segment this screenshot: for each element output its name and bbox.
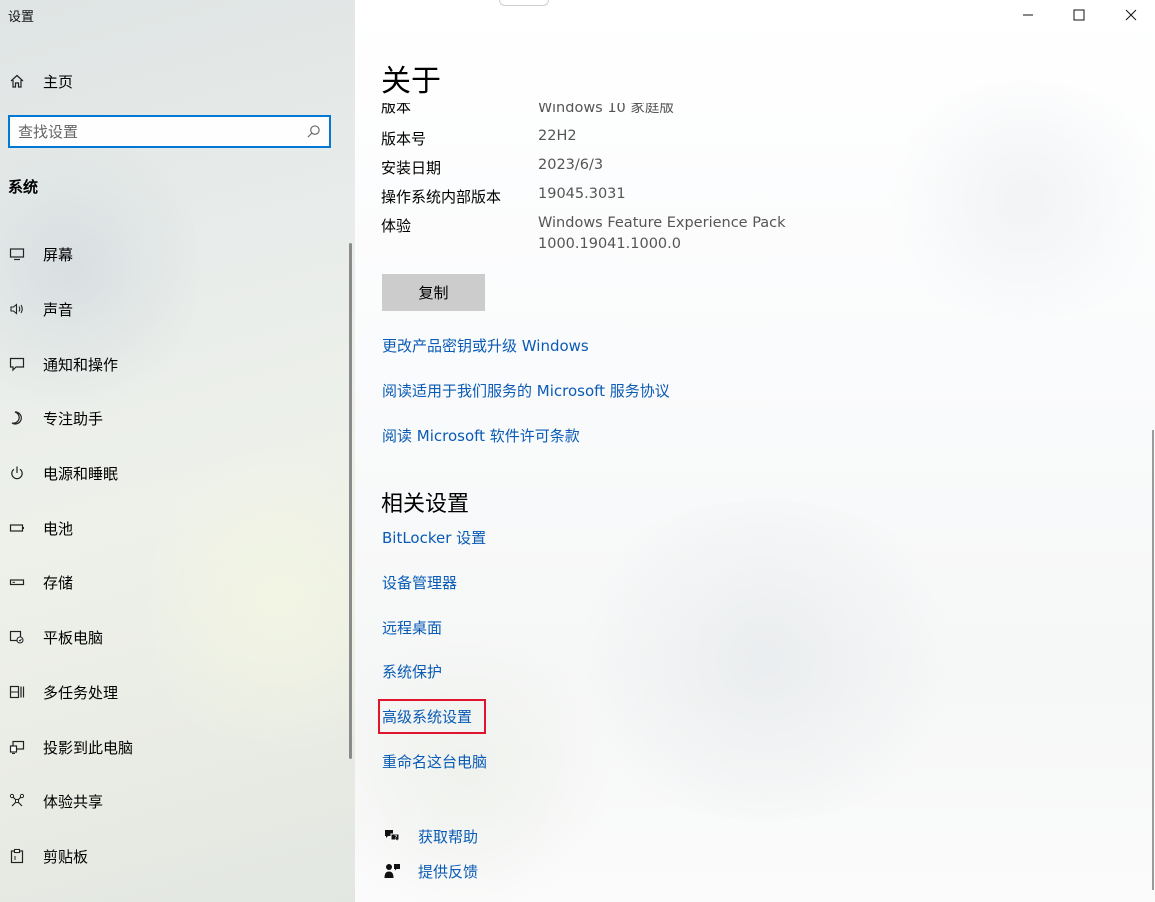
copy-button[interactable]: 复制	[382, 274, 485, 311]
device-specs: 版本 Windows 10 家庭版 版本号 22H2 安装日期 2023/6/3…	[355, 103, 1155, 263]
battery-icon	[8, 519, 26, 537]
sidebar-item-label: 主页	[43, 72, 74, 91]
spec-value: Windows 10 家庭版	[538, 103, 674, 116]
sidebar-item-label: 存储	[43, 573, 74, 592]
related-settings-title: 相关设置	[381, 492, 470, 517]
sidebar-item-projection[interactable]: 投影到此电脑	[8, 732, 133, 762]
sidebar-item-label: 通知和操作	[43, 355, 119, 374]
system-protection-link[interactable]: 系统保护	[382, 661, 442, 682]
sidebar-item-battery[interactable]: 电池	[8, 513, 73, 543]
sidebar-scrollbar[interactable]	[349, 243, 352, 759]
multitasking-icon	[8, 683, 26, 701]
feedback-label: 提供反馈	[418, 862, 479, 881]
sidebar-item-power-sleep[interactable]: 电源和睡眠	[8, 458, 118, 488]
sidebar-item-notifications[interactable]: 通知和操作	[8, 349, 118, 379]
sidebar-section-title: 系统	[8, 178, 39, 196]
sidebar-item-label: 剪贴板	[43, 847, 89, 866]
sidebar-item-storage[interactable]: 存储	[8, 567, 73, 597]
highlight-box	[378, 699, 486, 734]
spec-label: 版本号	[381, 130, 427, 148]
share-icon	[8, 792, 26, 810]
search-input[interactable]	[10, 117, 298, 146]
spec-value: Windows Feature Experience Pack	[538, 215, 786, 231]
bitlocker-settings-link[interactable]: BitLocker 设置	[382, 527, 486, 548]
power-icon	[8, 464, 26, 482]
close-icon	[1125, 9, 1137, 21]
speaker-icon	[8, 300, 26, 318]
sidebar-item-shared-experiences[interactable]: 体验共享	[8, 786, 103, 816]
feedback-icon	[382, 861, 402, 881]
page-title: 关于	[381, 64, 441, 99]
help-chat-icon: ?	[382, 826, 402, 846]
background-decoration	[555, 500, 975, 820]
spec-label: 版本	[381, 103, 412, 116]
navigation-pane: 设置 主页 系统 屏幕 声音 通知和操作 专注助	[0, 0, 355, 902]
sidebar-item-label: 专注助手	[43, 409, 104, 428]
spec-label: 安装日期	[381, 159, 442, 177]
sidebar-item-multitasking[interactable]: 多任务处理	[8, 677, 118, 707]
content-pane: 关于 版本 Windows 10 家庭版 版本号 22H2 安装日期 2023/…	[355, 0, 1155, 902]
sidebar-item-label: 体验共享	[43, 792, 104, 811]
storage-icon	[8, 573, 26, 591]
remote-desktop-link[interactable]: 远程桌面	[382, 617, 442, 638]
window-title: 设置	[8, 10, 35, 25]
get-help-link[interactable]: ? 获取帮助	[382, 823, 478, 849]
monitor-icon	[8, 245, 26, 263]
sidebar-item-label: 多任务处理	[43, 683, 119, 702]
sidebar-item-focus-assist[interactable]: 专注助手	[8, 403, 103, 433]
moon-icon	[8, 409, 26, 427]
rename-pc-link[interactable]: 重命名这台电脑	[382, 751, 487, 772]
projection-icon	[8, 738, 26, 756]
change-product-key-link[interactable]: 更改产品密钥或升级 Windows	[382, 335, 589, 356]
search-icon[interactable]	[306, 124, 321, 139]
feedback-link[interactable]: 提供反馈	[382, 858, 478, 884]
minimize-button[interactable]	[1005, 0, 1051, 30]
background-decoration	[150, 420, 355, 780]
spec-label: 体验	[381, 217, 412, 235]
tablet-icon	[8, 628, 26, 646]
clipboard-icon	[8, 847, 26, 865]
sidebar-item-label: 电源和睡眠	[43, 464, 119, 483]
sidebar-item-display[interactable]: 屏幕	[8, 239, 73, 269]
notification-icon	[8, 355, 26, 373]
sidebar-item-label: 投影到此电脑	[43, 738, 134, 757]
spec-value: 2023/6/3	[538, 157, 604, 173]
license-terms-link[interactable]: 阅读 Microsoft 软件许可条款	[382, 425, 580, 446]
sidebar-item-label: 平板电脑	[43, 628, 104, 647]
search-box[interactable]	[8, 115, 331, 148]
sidebar-item-home[interactable]: 主页	[8, 66, 73, 96]
svg-text:?: ?	[394, 835, 397, 842]
maximize-button[interactable]	[1056, 0, 1102, 30]
sidebar-item-sound[interactable]: 声音	[8, 294, 73, 324]
sidebar-item-label: 屏幕	[43, 245, 74, 264]
content-scrollbar[interactable]	[1152, 430, 1154, 890]
maximize-icon	[1073, 9, 1085, 21]
close-button[interactable]	[1108, 0, 1154, 30]
minimize-icon	[1023, 14, 1033, 16]
sidebar-item-tablet[interactable]: 平板电脑	[8, 622, 103, 652]
spec-value: 19045.3031	[538, 186, 626, 202]
spec-label: 操作系统内部版本	[381, 188, 502, 206]
get-help-label: 获取帮助	[418, 827, 479, 846]
services-agreement-link[interactable]: 阅读适用于我们服务的 Microsoft 服务协议	[382, 380, 670, 401]
device-manager-link[interactable]: 设备管理器	[382, 572, 457, 593]
home-icon	[8, 72, 26, 90]
sidebar-item-label: 声音	[43, 300, 74, 319]
sidebar-item-clipboard[interactable]: 剪贴板	[8, 841, 88, 871]
sidebar-item-label: 电池	[43, 519, 74, 538]
spec-value-line2: 1000.19041.1000.0	[538, 236, 681, 252]
window-tab-handle	[499, 0, 549, 6]
spec-value: 22H2	[538, 128, 577, 144]
